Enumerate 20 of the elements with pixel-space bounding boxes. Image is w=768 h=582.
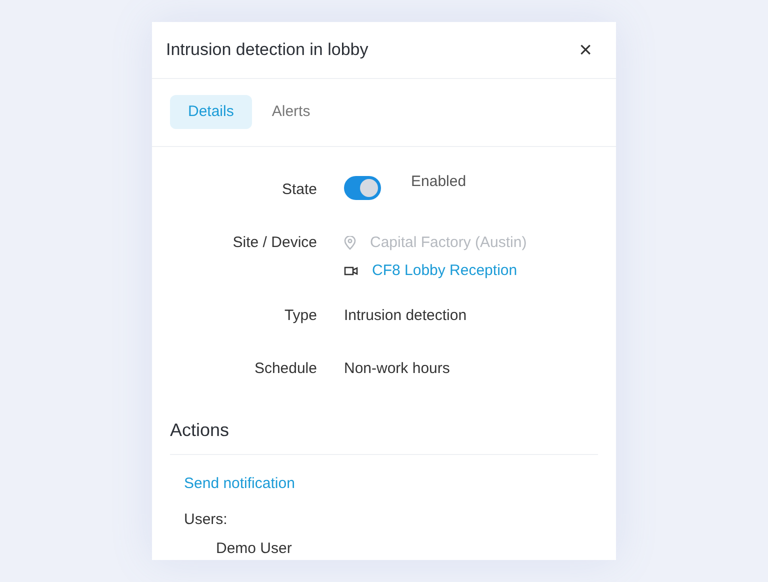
action-link[interactable]: Send notification (184, 472, 584, 495)
users-label: Users: (184, 510, 228, 530)
user-name: Demo User (215, 538, 293, 558)
field-value: Non-work hours (344, 359, 451, 379)
section-title: Actions (170, 416, 598, 454)
device-link[interactable]: CF8 Lobby Reception (372, 260, 518, 282)
tab[interactable]: Details (170, 95, 252, 130)
dialog-title: Intrusion detection in lobby (166, 39, 368, 62)
toggle-switch[interactable] (344, 176, 381, 200)
field-value: Intrusion detection (344, 306, 468, 326)
field-label: Site / Device (232, 232, 317, 252)
state-text: Enabled (411, 172, 466, 192)
field-label: State (280, 180, 317, 200)
tab[interactable]: Alerts (254, 95, 328, 130)
field-label: Schedule (253, 359, 317, 379)
location-pin-icon (344, 236, 356, 250)
field-label: Type (283, 306, 317, 326)
video-camera-icon (344, 266, 358, 276)
site-name: Capital Factory (Austin) (370, 232, 527, 252)
close-button[interactable]: × (579, 38, 592, 61)
